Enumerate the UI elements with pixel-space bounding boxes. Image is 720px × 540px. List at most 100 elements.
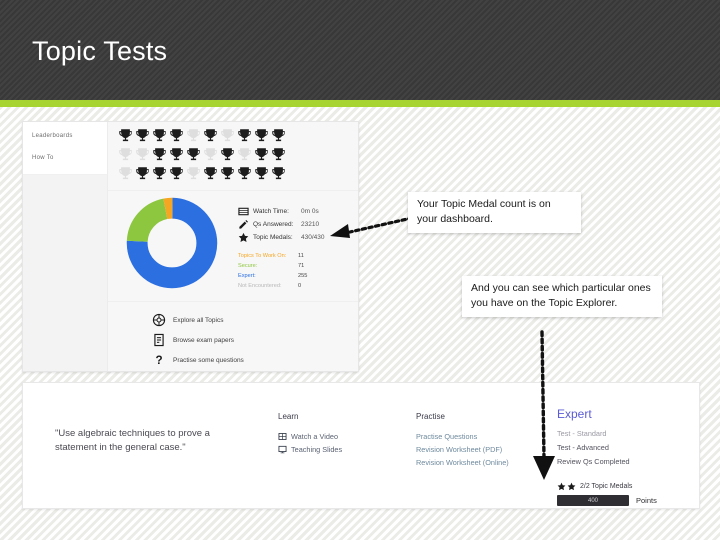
trophy-icon (170, 129, 183, 142)
document-icon (154, 333, 164, 347)
compass-icon (152, 313, 166, 327)
practise-item-label: Revision Worksheet (Online) (416, 458, 509, 467)
trophy-icon (255, 129, 268, 142)
stat-value: 23210 (301, 221, 320, 228)
trophy-icon (187, 129, 200, 142)
legend-value: 11 (298, 253, 304, 259)
trophy-icon (221, 129, 234, 142)
trophy-icon (119, 129, 132, 142)
expert-column: Expert Test - Standard Test - Advanced Rev… (557, 407, 697, 506)
topic-medals-row: 2/2 Topic Medals (557, 482, 697, 491)
trophy-icon (272, 129, 285, 142)
quick-link[interactable]: Explore all Topics (152, 313, 223, 327)
trophy-icon (153, 167, 166, 180)
topic-medals-label: 2/2 Topic Medals (580, 483, 633, 490)
quick-link[interactable]: ? Practise some questions (152, 353, 244, 367)
trophy-icon (204, 148, 217, 161)
topic-objective-quote: "Use algebraic techniques to prove a sta… (55, 428, 210, 453)
slides-icon (278, 445, 287, 454)
trophy-icon (119, 167, 132, 180)
learn-heading: Learn (278, 412, 299, 421)
header-accent-bar (0, 100, 720, 107)
trophy-icon (221, 167, 234, 180)
legend-label: Topics To Work On: (238, 253, 287, 259)
svg-text:?: ? (155, 354, 162, 367)
trophy-icon (187, 148, 200, 161)
quick-link-label: Browse exam papers (173, 336, 235, 344)
learn-item[interactable]: Watch a Video (278, 430, 398, 443)
stat-row: Topic Medals: 430/430 (238, 231, 325, 244)
trophy-icon (221, 148, 234, 161)
trophy-grid (118, 127, 288, 184)
dashboard-sidebar-top: Leaderboards How To (23, 122, 107, 175)
star-icon (238, 232, 249, 242)
stat-value: 430/430 (301, 234, 325, 241)
trophy-icon (170, 148, 183, 161)
trophy-icon (238, 148, 251, 161)
trophy-icon (136, 148, 149, 161)
legend-row: Topics To Work On: 11 (238, 253, 307, 263)
star-icon (567, 482, 576, 491)
learn-item-label: Watch a Video (291, 432, 339, 441)
learn-item[interactable]: Teaching Slides (278, 443, 398, 456)
sidebar-item-how-to[interactable]: How To (32, 155, 54, 161)
trophy-icon (119, 148, 132, 161)
trophy-icon (136, 167, 149, 180)
points-progress-bar: 400 (557, 495, 629, 506)
trophy-icon (272, 167, 285, 180)
video-icon (238, 207, 249, 216)
stats-panel: Watch Time: 0m 0s Qs Answered: 23210 Topic M… (108, 190, 358, 301)
trophy-panel (108, 122, 358, 190)
sidebar-item-leaderboards[interactable]: Leaderboards (32, 133, 73, 139)
learn-column: Learn Watch a Video Teaching Slides (278, 412, 398, 456)
donut-legend: Topics To Work On: 11 Secure: 71 Expert: 255 N… (238, 253, 307, 293)
dotted-arrow-down-icon (533, 330, 555, 480)
stat-label: Watch Time: (253, 208, 289, 215)
stat-row: Watch Time: 0m 0s (238, 205, 325, 218)
stats-list: Watch Time: 0m 0s Qs Answered: 23210 Topic M… (238, 205, 325, 244)
topic-donut-chart (126, 197, 218, 289)
trophy-icon (272, 148, 285, 161)
trophy-icon (136, 129, 149, 142)
callout-topic-explorer: And you can see which particular ones yo… (462, 276, 662, 317)
trophy-icon (238, 129, 251, 142)
pencil-icon (239, 220, 248, 229)
expert-row[interactable]: Review Qs Completed (557, 457, 697, 471)
callout-medal-count: Your Topic Medal count is on your dashbo… (408, 192, 581, 233)
legend-label: Secure: (238, 263, 258, 269)
trophy-icon (204, 167, 217, 180)
practise-item-label: Practise Questions (416, 432, 478, 441)
donut-svg (126, 197, 218, 289)
quick-link[interactable]: Browse exam papers (152, 333, 234, 347)
legend-value: 0 (298, 283, 302, 289)
trophy-icon (153, 129, 166, 142)
dashboard-screenshot: Leaderboards How To Watch Time: 0m 0s Qs A… (22, 121, 359, 372)
film-icon (278, 433, 287, 440)
expert-heading: Expert (557, 407, 592, 421)
dashboard-sidebar-body (23, 175, 107, 371)
page-title: Topic Tests (32, 36, 168, 66)
trophy-icon (255, 148, 268, 161)
legend-label: Expert: (238, 273, 256, 279)
legend-row: Expert: 255 (238, 273, 307, 283)
stat-row: Qs Answered: 23210 (238, 218, 325, 231)
trophy-icon (153, 148, 166, 161)
learn-items: Watch a Video Teaching Slides (278, 430, 398, 456)
points-row: 400 Points (557, 495, 697, 506)
stat-label: Qs Answered: (253, 221, 294, 228)
quick-link-label: Practise some questions (173, 356, 244, 364)
legend-row: Secure: 71 (238, 263, 307, 273)
practise-item-label: Revision Worksheet (PDF) (416, 445, 503, 454)
legend-value: 255 (298, 273, 308, 279)
topic-explorer-screenshot: "Use algebraic techniques to prove a sta… (22, 382, 700, 509)
trophy-icon (255, 167, 268, 180)
points-value: 400 (587, 497, 598, 504)
learn-item-label: Teaching Slides (291, 445, 343, 454)
trophy-icon (187, 167, 200, 180)
expert-row[interactable]: Test - Advanced (557, 443, 697, 457)
trophy-icon (238, 167, 251, 180)
trophy-icon (170, 167, 183, 180)
question-icon: ? (155, 354, 162, 367)
points-label: Points (636, 496, 657, 505)
expert-row[interactable]: Test - Standard (557, 429, 697, 443)
